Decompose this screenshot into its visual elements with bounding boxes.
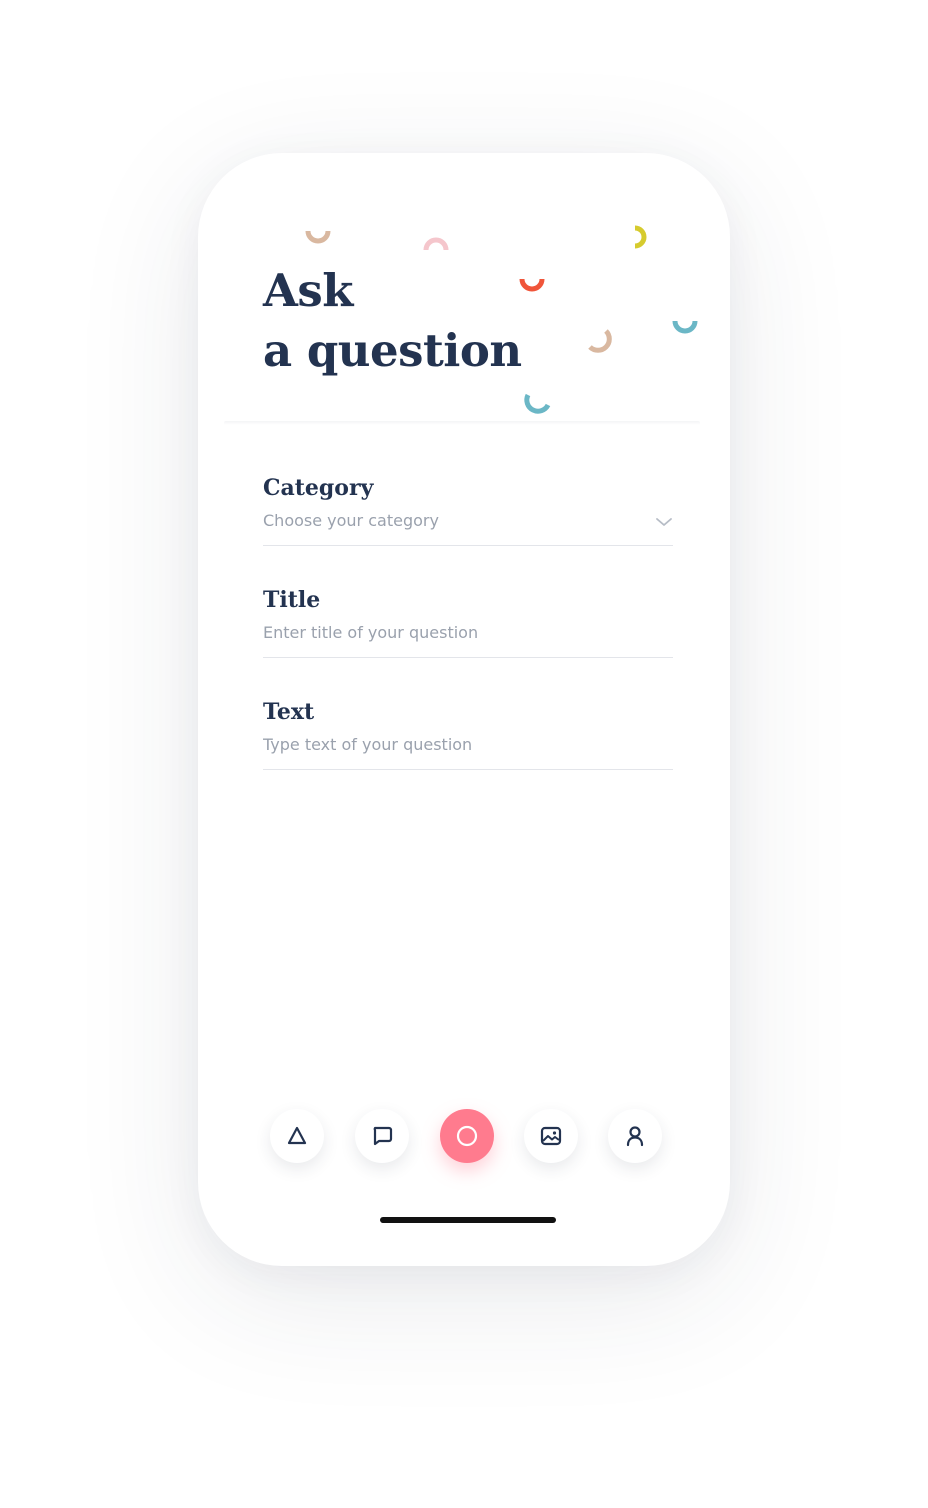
phone-screen: Ask a question Category Title Text	[198, 153, 730, 1266]
page-title-line-2: a question	[263, 324, 522, 377]
canvas: Ask a question Category Title Text	[0, 0, 928, 1508]
category-label: Category	[263, 475, 374, 501]
home-indicator[interactable]	[380, 1217, 556, 1223]
user-icon	[626, 1126, 644, 1147]
page-title-line-1: Ask	[263, 264, 353, 317]
tab-messages[interactable]	[355, 1109, 409, 1163]
confetti-arc	[305, 230, 331, 244]
confetti-arc	[634, 225, 647, 249]
tab-gallery[interactable]	[524, 1109, 578, 1163]
title-label: Title	[263, 587, 321, 613]
tab-ask-question[interactable]	[440, 1109, 494, 1163]
text-label: Text	[263, 699, 315, 725]
tab-home[interactable]	[270, 1109, 324, 1163]
title-input[interactable]	[263, 623, 673, 643]
chat-bubble-icon	[373, 1126, 393, 1146]
circle-icon	[456, 1125, 478, 1147]
confetti-arc	[519, 278, 545, 292]
title-field: Title	[263, 587, 673, 658]
tab-profile[interactable]	[608, 1109, 662, 1163]
confetti-arc	[672, 320, 698, 334]
text-input[interactable]	[263, 735, 673, 755]
image-icon	[540, 1126, 562, 1146]
triangle-icon	[287, 1126, 307, 1145]
confetti-arc	[588, 329, 612, 353]
header-divider	[224, 421, 700, 425]
confetti-arc	[524, 393, 551, 414]
chevron-down-icon[interactable]	[655, 516, 673, 528]
category-select[interactable]	[263, 511, 673, 531]
confetti-arc	[423, 237, 449, 251]
page-title: Ask a question	[263, 261, 522, 381]
tab-bar	[270, 1109, 664, 1163]
text-field: Text	[263, 699, 673, 770]
category-field[interactable]: Category	[263, 475, 673, 546]
